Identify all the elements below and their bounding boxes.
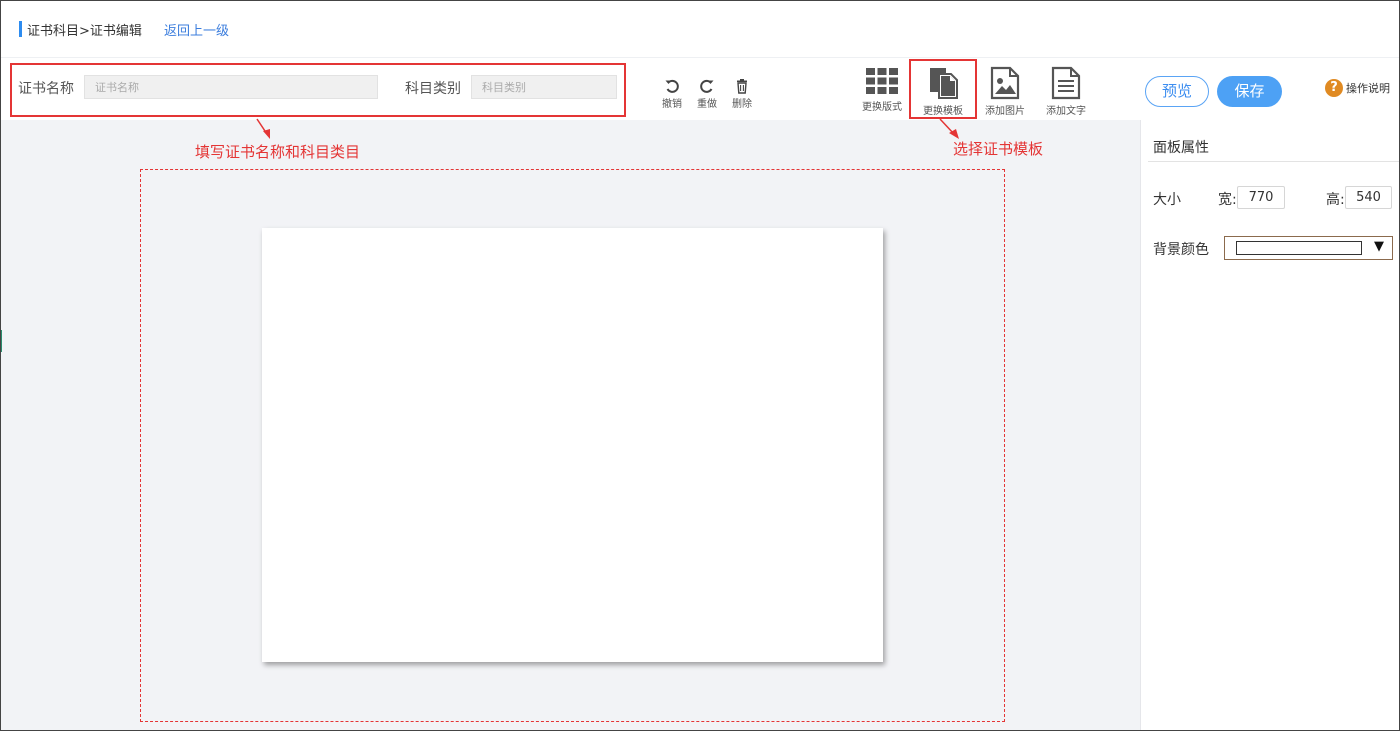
grid-icon	[866, 68, 898, 94]
width-input[interactable]	[1237, 186, 1285, 209]
redo-label: 重做	[697, 99, 717, 110]
certificate-canvas[interactable]	[262, 228, 883, 662]
redo-icon	[700, 79, 714, 93]
panel-divider	[1148, 161, 1400, 162]
redo-button[interactable]: 重做	[692, 78, 722, 110]
breadcrumb: 证书科目>证书编辑	[27, 24, 142, 39]
help-label: 操作说明	[1346, 82, 1390, 95]
document-icon	[1051, 66, 1081, 100]
properties-panel	[1140, 120, 1400, 731]
height-input[interactable]	[1345, 186, 1392, 209]
highlight-box-name-fields	[10, 63, 626, 117]
back-link[interactable]: 返回上一级	[164, 20, 229, 39]
undo-button[interactable]: 撤销	[657, 78, 687, 110]
dropdown-arrow-icon: ▼	[1374, 239, 1384, 254]
delete-label: 删除	[732, 99, 752, 110]
add-text-label: 添加文字	[1046, 106, 1086, 117]
left-edge-marker	[0, 330, 2, 352]
preview-button[interactable]: 预览	[1145, 76, 1209, 107]
width-label: 宽:	[1218, 192, 1237, 208]
add-image-button[interactable]: 添加图片	[975, 66, 1035, 117]
help-button[interactable]: ? 操作说明	[1325, 79, 1390, 97]
panel-title: 面板属性	[1153, 140, 1209, 156]
bg-color-select[interactable]: ▼	[1224, 236, 1393, 260]
save-button[interactable]: 保存	[1217, 76, 1282, 107]
annotation-fill-hint: 填写证书名称和科目类目	[195, 143, 361, 161]
bg-color-label: 背景颜色	[1153, 242, 1209, 258]
delete-button[interactable]: 删除	[727, 78, 757, 110]
help-icon: ?	[1325, 79, 1343, 97]
height-label: 高:	[1326, 192, 1345, 208]
size-label: 大小	[1153, 192, 1181, 208]
add-image-label: 添加图片	[985, 106, 1025, 117]
bg-color-swatch	[1236, 241, 1362, 255]
image-icon	[990, 66, 1020, 100]
add-text-button[interactable]: 添加文字	[1036, 66, 1096, 117]
undo-icon	[665, 79, 679, 93]
annotation-template-hint: 选择证书模板	[953, 140, 1044, 158]
annotation-arrow-name	[256, 118, 270, 139]
undo-label: 撤销	[662, 99, 682, 110]
annotation-arrow-template	[939, 118, 959, 139]
breadcrumb-accent	[19, 21, 22, 37]
change-layout-label: 更换版式	[862, 102, 902, 113]
trash-icon	[737, 79, 747, 94]
highlight-box-template	[909, 59, 977, 119]
change-layout-button[interactable]: 更换版式	[852, 66, 912, 113]
